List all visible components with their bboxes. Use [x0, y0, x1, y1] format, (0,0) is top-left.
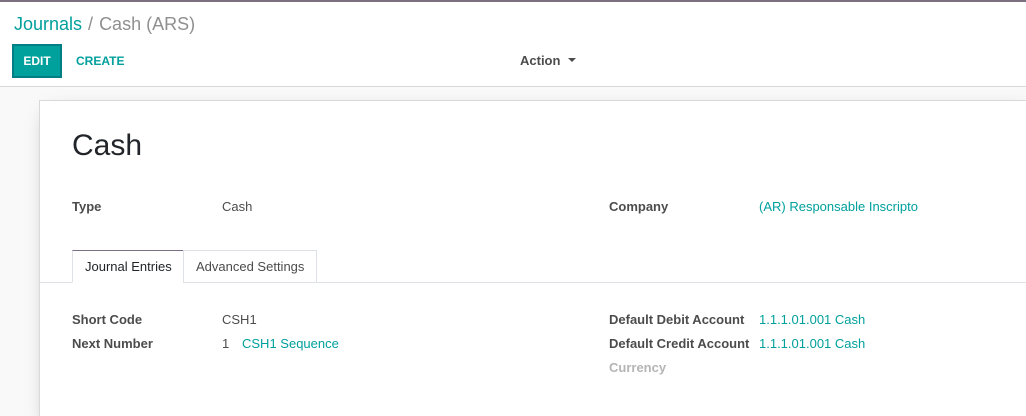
currency-label: Currency	[609, 360, 667, 375]
company-label: Company	[609, 199, 669, 214]
form-sheet: Cash Type Cash Company (AR) Responsable …	[39, 100, 1026, 416]
default-debit-account-link[interactable]: 1.1.1.01.001 Cash	[759, 312, 865, 327]
record-title: Cash	[72, 129, 143, 162]
action-dropdown[interactable]: Action	[520, 53, 577, 68]
tab-advanced-settings[interactable]: Advanced Settings	[183, 250, 317, 283]
sequence-link[interactable]: CSH1 Sequence	[242, 336, 339, 351]
control-panel: Journals / Cash (ARS) EDIT CREATE Action	[0, 2, 1026, 87]
tab-journal-entries[interactable]: Journal Entries	[72, 250, 184, 283]
company-link[interactable]: (AR) Responsable Inscripto	[759, 199, 918, 214]
next-number-value: 1	[222, 336, 230, 351]
create-button[interactable]: CREATE	[66, 44, 134, 78]
type-label: Type	[72, 199, 102, 214]
next-number-label: Next Number	[72, 336, 153, 351]
short-code-value: CSH1	[222, 312, 257, 327]
breadcrumb-separator: /	[88, 14, 94, 34]
breadcrumb: Journals / Cash (ARS)	[14, 14, 195, 35]
default-credit-account-label: Default Credit Account	[609, 336, 750, 351]
action-dropdown-label: Action	[520, 53, 561, 68]
short-code-label: Short Code	[72, 312, 143, 327]
breadcrumb-current: Cash (ARS)	[99, 14, 196, 34]
edit-button[interactable]: EDIT	[12, 44, 62, 78]
breadcrumb-journals-link[interactable]: Journals	[14, 14, 82, 34]
caret-down-icon	[568, 57, 577, 62]
type-value: Cash	[222, 199, 253, 214]
default-credit-account-link[interactable]: 1.1.1.01.001 Cash	[759, 336, 865, 351]
default-debit-account-label: Default Debit Account	[609, 312, 745, 327]
